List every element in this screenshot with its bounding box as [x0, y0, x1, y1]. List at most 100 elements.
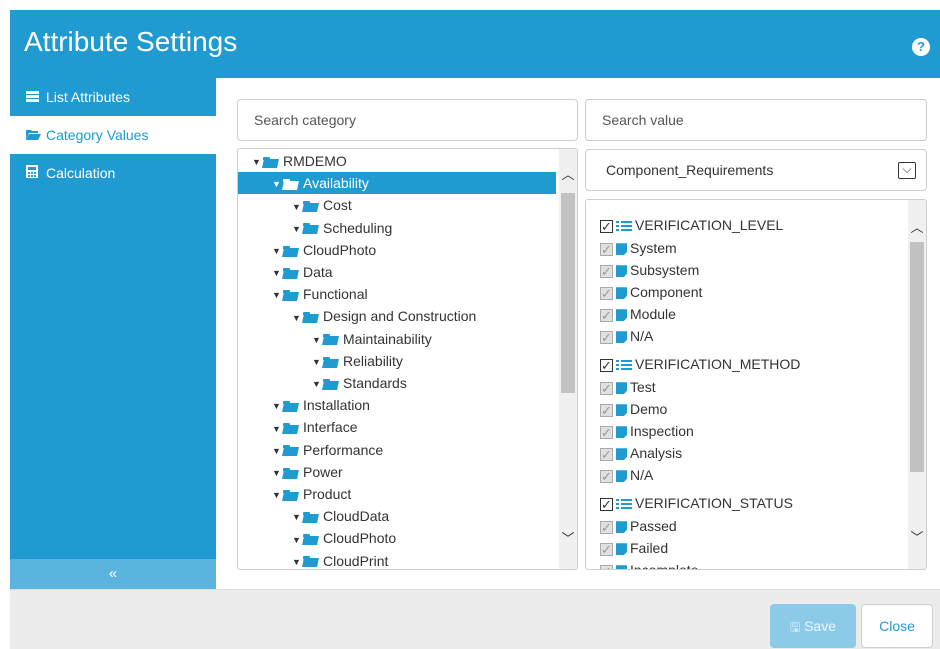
value-checkbox[interactable] [600, 444, 613, 466]
tree-item[interactable]: ▼ Maintainability [238, 328, 556, 350]
sidebar-item-category-values[interactable]: Category Values [10, 116, 216, 154]
expand-caret-icon[interactable]: ▼ [292, 529, 302, 551]
value-checkbox[interactable] [600, 305, 613, 327]
value-checkbox[interactable] [600, 261, 613, 283]
value-checkbox[interactable] [600, 400, 613, 422]
tree-item-label: Cost [323, 197, 352, 214]
sidebar-collapse-button[interactable]: « [10, 559, 216, 589]
help-icon[interactable]: ? [912, 38, 930, 56]
tag-icon [616, 426, 627, 439]
value-group-header[interactable]: VERIFICATION_METHOD [600, 353, 800, 377]
tree-scrollbar[interactable]: ︿ ﹀ [559, 149, 577, 569]
tag-icon [616, 543, 627, 556]
expand-caret-icon[interactable]: ▼ [292, 307, 302, 329]
tree-item-label: Functional [303, 286, 368, 303]
value-item[interactable]: Demo [600, 398, 667, 422]
value-checkbox[interactable] [600, 422, 613, 444]
expand-caret-icon[interactable]: ▼ [272, 462, 282, 484]
expand-caret-icon[interactable]: ▼ [272, 440, 282, 462]
sidebar-item-calculation[interactable]: Calculation [10, 154, 216, 192]
value-item-label: Incomplete [630, 562, 699, 570]
values-scrollbar[interactable]: ︿ ﹀ [908, 200, 926, 569]
value-checkbox[interactable] [600, 561, 613, 569]
value-item[interactable]: Module [600, 303, 676, 327]
scroll-down-icon[interactable]: ﹀ [908, 528, 926, 548]
values-panel: VERIFICATION_LEVEL System Subsystem Compone… [585, 199, 927, 570]
value-item[interactable]: N/A [600, 464, 653, 488]
expand-caret-icon[interactable]: ▼ [272, 173, 282, 195]
expand-caret-icon[interactable]: ▼ [292, 506, 302, 528]
expand-caret-icon[interactable]: ▼ [312, 329, 322, 351]
tree-item[interactable]: ▼ Performance [238, 439, 556, 461]
tree-item-label: RMDEMO [283, 153, 347, 169]
expand-caret-icon[interactable]: ▼ [272, 240, 282, 262]
scroll-up-icon[interactable]: ︿ [559, 165, 577, 185]
tree-item[interactable]: ▼ Interface [238, 416, 556, 438]
value-item-label: System [630, 240, 677, 256]
scroll-down-icon[interactable]: ﹀ [559, 529, 577, 549]
tree-item[interactable]: ▼ RMDEMO [238, 150, 556, 172]
expand-caret-icon[interactable]: ▼ [272, 284, 282, 306]
tree-item[interactable]: ▼ Reliability [238, 350, 556, 372]
group-checkbox[interactable] [600, 494, 613, 516]
tree-item[interactable]: ▼ CloudPhoto [238, 239, 556, 261]
tree-item[interactable]: ▼ Design and Construction [238, 305, 556, 327]
expand-caret-icon[interactable]: ▼ [272, 418, 282, 440]
expand-caret-icon[interactable]: ▼ [292, 218, 302, 240]
value-item-label: Test [630, 379, 656, 395]
tree-item[interactable]: ▼ Availability [238, 172, 556, 195]
expand-caret-icon[interactable]: ▼ [252, 151, 262, 173]
tree-item[interactable]: ▼ Product [238, 483, 556, 505]
expand-caret-icon[interactable]: ▼ [312, 373, 322, 395]
list-icon [26, 78, 40, 116]
value-item[interactable]: System [600, 237, 677, 261]
value-checkbox[interactable] [600, 283, 613, 305]
tree-item[interactable]: ▼ Power [238, 461, 556, 483]
value-checkbox[interactable] [600, 539, 613, 561]
value-group-header[interactable]: VERIFICATION_STATUS [600, 492, 793, 516]
value-group-header[interactable]: VERIFICATION_LEVEL [600, 214, 783, 238]
expand-caret-icon[interactable]: ▼ [272, 395, 282, 417]
values-scroll-thumb[interactable] [910, 242, 924, 472]
tree-scroll-thumb[interactable] [561, 193, 575, 393]
sidebar-item-list-attributes[interactable]: List Attributes [10, 78, 216, 116]
tree-item[interactable]: ▼ Functional [238, 283, 556, 305]
attribute-select[interactable]: Component_Requirements ⌵ [585, 149, 927, 191]
expand-caret-icon[interactable]: ▼ [292, 196, 302, 218]
chevron-down-icon[interactable]: ⌵ [898, 162, 916, 179]
value-checkbox[interactable] [600, 239, 613, 261]
value-item[interactable]: Inspection [600, 420, 694, 444]
value-item[interactable]: Failed [600, 537, 668, 561]
expand-caret-icon[interactable]: ▼ [292, 551, 302, 569]
value-item[interactable]: Passed [600, 515, 677, 539]
save-button[interactable]: 🖫 Save [770, 604, 856, 648]
tree-item[interactable]: ▼ CloudPhoto [238, 527, 556, 549]
expand-caret-icon[interactable]: ▼ [312, 351, 322, 373]
value-item[interactable]: N/A [600, 325, 654, 349]
value-item[interactable]: Subsystem [600, 259, 699, 283]
group-checkbox[interactable] [600, 355, 613, 377]
category-search-input[interactable]: Search category [237, 99, 578, 141]
tree-item[interactable]: ▼ Standards [238, 372, 556, 394]
tree-item[interactable]: ▼ Cost [238, 194, 556, 216]
expand-caret-icon[interactable]: ▼ [272, 484, 282, 506]
value-item[interactable]: Analysis [600, 442, 682, 466]
tree-item[interactable]: ▼ CloudData [238, 505, 556, 527]
value-item-label: N/A [630, 328, 654, 344]
close-button[interactable]: Close [861, 604, 933, 648]
value-item[interactable]: Incomplete [600, 559, 699, 570]
tree-item[interactable]: ▼ Data [238, 261, 556, 283]
expand-caret-icon[interactable]: ▼ [272, 262, 282, 284]
value-checkbox[interactable] [600, 466, 613, 488]
tree-item[interactable]: ▼ Scheduling [238, 217, 556, 239]
tree-item[interactable]: ▼ CloudPrint [238, 550, 556, 569]
value-item[interactable]: Component [600, 281, 702, 305]
group-checkbox[interactable] [600, 216, 613, 238]
value-checkbox[interactable] [600, 378, 613, 400]
scroll-up-icon[interactable]: ︿ [908, 218, 926, 238]
value-search-input[interactable]: Search value [585, 99, 927, 141]
value-item[interactable]: Test [600, 376, 656, 400]
value-checkbox[interactable] [600, 327, 613, 349]
tree-item[interactable]: ▼ Installation [238, 394, 556, 416]
value-checkbox[interactable] [600, 517, 613, 539]
